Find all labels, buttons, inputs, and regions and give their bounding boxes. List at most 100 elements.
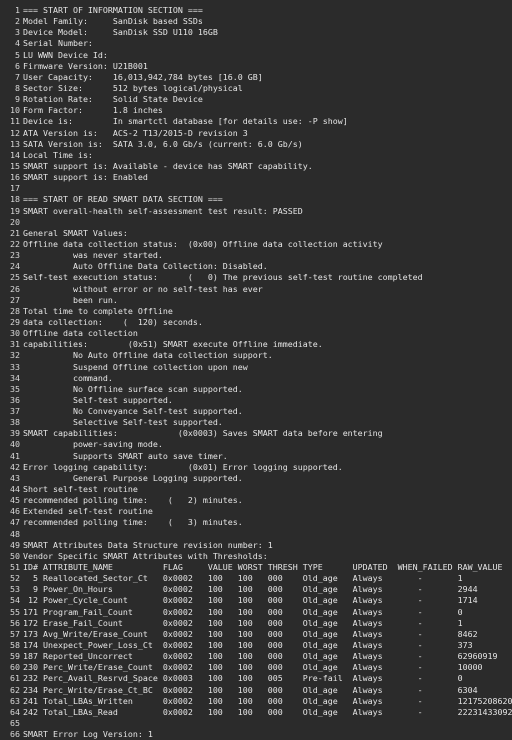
line-text: 232 Perc_Avail_Resrvd_Space 0x0003 100 1… — [23, 673, 463, 684]
line-text: SMART support is: Enabled — [23, 172, 148, 183]
line-text: Suspend Offline collection upon new — [23, 361, 248, 372]
line-number: 15 — [10, 160, 20, 171]
line-number: 25 — [10, 272, 20, 283]
output-line: 11 Device is: In smartctl database [for d… — [0, 116, 512, 127]
line-number: 42 — [10, 461, 20, 472]
line-text: recommended polling time: ( 2) minutes. — [23, 495, 243, 506]
line-number: 1 — [15, 5, 20, 15]
line-number: 4 — [15, 38, 20, 49]
line-text: Selective Self-test supported. — [23, 417, 223, 428]
output-line: 60 230 Perc_Write/Erase_Count 0x0002 100 … — [0, 662, 512, 673]
output-line: 47 recommended polling time: ( 3) minutes… — [0, 517, 512, 528]
line-number: 28 — [10, 305, 20, 316]
line-number: 35 — [10, 383, 20, 394]
line-text: 234 Perc_Write/Erase_Ct_BC 0x0002 100 10… — [23, 684, 478, 695]
line-text: 12 Power_Cycle_Count 0x0002 100 100 000 … — [23, 595, 478, 606]
line-text: 187 Reported_Uncorrect 0x0002 100 100 00… — [23, 651, 498, 662]
output-line: 52 5 Reallocated_Sector_Ct 0x0002 100 10… — [0, 573, 512, 584]
output-line: 53 9 Power_On_Hours 0x0002 100 100 000 O… — [0, 584, 512, 595]
output-line: 34 command. — [0, 373, 512, 384]
output-line: 66 SMART Error Log Version: 1 — [0, 729, 512, 740]
line-text: 242 Total_LBAs_Read 0x0002 100 100 000 O… — [23, 706, 512, 717]
line-text: No Offline surface scan supported. — [23, 383, 243, 394]
line-number: 7 — [15, 71, 20, 82]
output-line: 41 Supports SMART auto save timer. — [0, 451, 512, 462]
line-number: 19 — [10, 205, 20, 216]
line-text: Rotation Rate: Solid State Device — [23, 94, 203, 105]
line-text: command. — [23, 372, 113, 383]
line-text: SMART support is: Available - device has… — [23, 160, 313, 171]
line-number: 5 — [15, 49, 20, 60]
line-text: Device Model: SanDisk SSD U110 16GB — [23, 27, 218, 38]
line-text: without error or no self-test has ever — [23, 283, 263, 294]
line-text: 173 Avg_Write/Erase_Count 0x0002 100 100… — [23, 628, 478, 639]
line-text: Offline data collection — [23, 328, 138, 339]
output-line: 43 General Purpose Logging supported. — [0, 473, 512, 484]
line-number: 58 — [10, 640, 20, 651]
output-line: 22 Offline data collection status: (0x00)… — [0, 239, 512, 250]
output-line: 12 ATA Version is: ACS-2 T13/2015-D revis… — [0, 128, 512, 139]
line-number: 61 — [10, 673, 20, 684]
line-number: 64 — [10, 706, 20, 717]
line-text: Model Family: SanDisk based SSDs — [23, 16, 203, 27]
line-number: 45 — [10, 495, 20, 506]
output-line: 26 without error or no self-test has eve… — [0, 284, 512, 295]
line-number: 37 — [10, 406, 20, 417]
line-number: 54 — [10, 595, 20, 606]
line-number: 17 — [10, 183, 20, 194]
output-line: 18 === START OF READ SMART DATA SECTION =… — [0, 194, 512, 205]
line-number: 56 — [10, 617, 20, 628]
output-line: 15 SMART support is: Available - device h… — [0, 161, 512, 172]
line-number: 44 — [10, 484, 20, 495]
output-line: 30 Offline data collection — [0, 328, 512, 339]
output-line: 49 SMART Attributes Data Structure revisi… — [0, 540, 512, 551]
line-text: 9 Power_On_Hours 0x0002 100 100 000 Old_… — [23, 584, 478, 595]
output-line: 7 User Capacity: 16,013,942,784 bytes [16… — [0, 72, 512, 83]
line-text: Local Time is: — [23, 149, 93, 160]
line-text: ATA Version is: ACS-2 T13/2015-D revisio… — [23, 127, 248, 138]
output-line: 5 LU WWN Device Id: — [0, 50, 512, 61]
output-line: 42 Error logging capability: (0x01) Error… — [0, 462, 512, 473]
output-line: 65 — [0, 718, 512, 729]
line-text: LU WWN Device Id: — [23, 49, 108, 60]
line-text: 230 Perc_Write/Erase_Count 0x0002 100 10… — [23, 662, 483, 673]
line-text: been run. — [23, 294, 118, 305]
line-number: 66 — [10, 729, 20, 740]
line-number: 41 — [10, 450, 20, 461]
output-line: 29 data collection: ( 120) seconds. — [0, 317, 512, 328]
line-number: 2 — [15, 16, 20, 27]
output-line: 51 ID# ATTRIBUTE_NAME FLAG VALUE WORST TH… — [0, 562, 512, 573]
line-number: 55 — [10, 606, 20, 617]
line-text: Short self-test routine — [23, 484, 138, 495]
line-text: 171 Program_Fail_Count 0x0002 100 100 00… — [23, 606, 463, 617]
line-text — [23, 217, 512, 228]
output-line: 59 187 Reported_Uncorrect 0x0002 100 100 … — [0, 651, 512, 662]
output-line: 35 No Offline surface scan supported. — [0, 384, 512, 395]
line-number: 57 — [10, 628, 20, 639]
output-line: 58 174 Unexpect_Power_Loss_Ct 0x0002 100 … — [0, 640, 512, 651]
line-text: No Auto Offline data collection support. — [23, 350, 273, 361]
line-number: 11 — [10, 116, 20, 127]
output-line: 32 No Auto Offline data collection suppo… — [0, 350, 512, 361]
output-line: 45 recommended polling time: ( 2) minutes… — [0, 495, 512, 506]
output-line: 17 — [0, 183, 512, 194]
line-number: 62 — [10, 684, 20, 695]
output-line: 56 172 Erase_Fail_Count 0x0002 100 100 00… — [0, 618, 512, 629]
output-line: 63 241 Total_LBAs_Written 0x0002 100 100 … — [0, 696, 512, 707]
output-line: 20 — [0, 217, 512, 228]
line-text — [23, 183, 512, 194]
line-text: Self-test supported. — [23, 394, 173, 405]
line-text: 5 Reallocated_Sector_Ct 0x0002 100 100 0… — [23, 573, 463, 584]
line-number: 43 — [10, 472, 20, 483]
line-text: recommended polling time: ( 3) minutes. — [23, 517, 243, 528]
line-text — [23, 718, 512, 729]
line-number: 48 — [10, 528, 20, 539]
output-line: 6 Firmware Version: U21B001 — [0, 61, 512, 72]
line-text: Supports SMART auto save timer. — [23, 450, 228, 461]
line-number: 24 — [10, 261, 20, 272]
line-number: 30 — [10, 328, 20, 339]
output-line: 54 12 Power_Cycle_Count 0x0002 100 100 0… — [0, 595, 512, 606]
output-line: 1 === START OF INFORMATION SECTION === — [0, 5, 512, 16]
line-text: SMART Attributes Data Structure revision… — [23, 539, 273, 550]
line-number: 12 — [10, 127, 20, 138]
